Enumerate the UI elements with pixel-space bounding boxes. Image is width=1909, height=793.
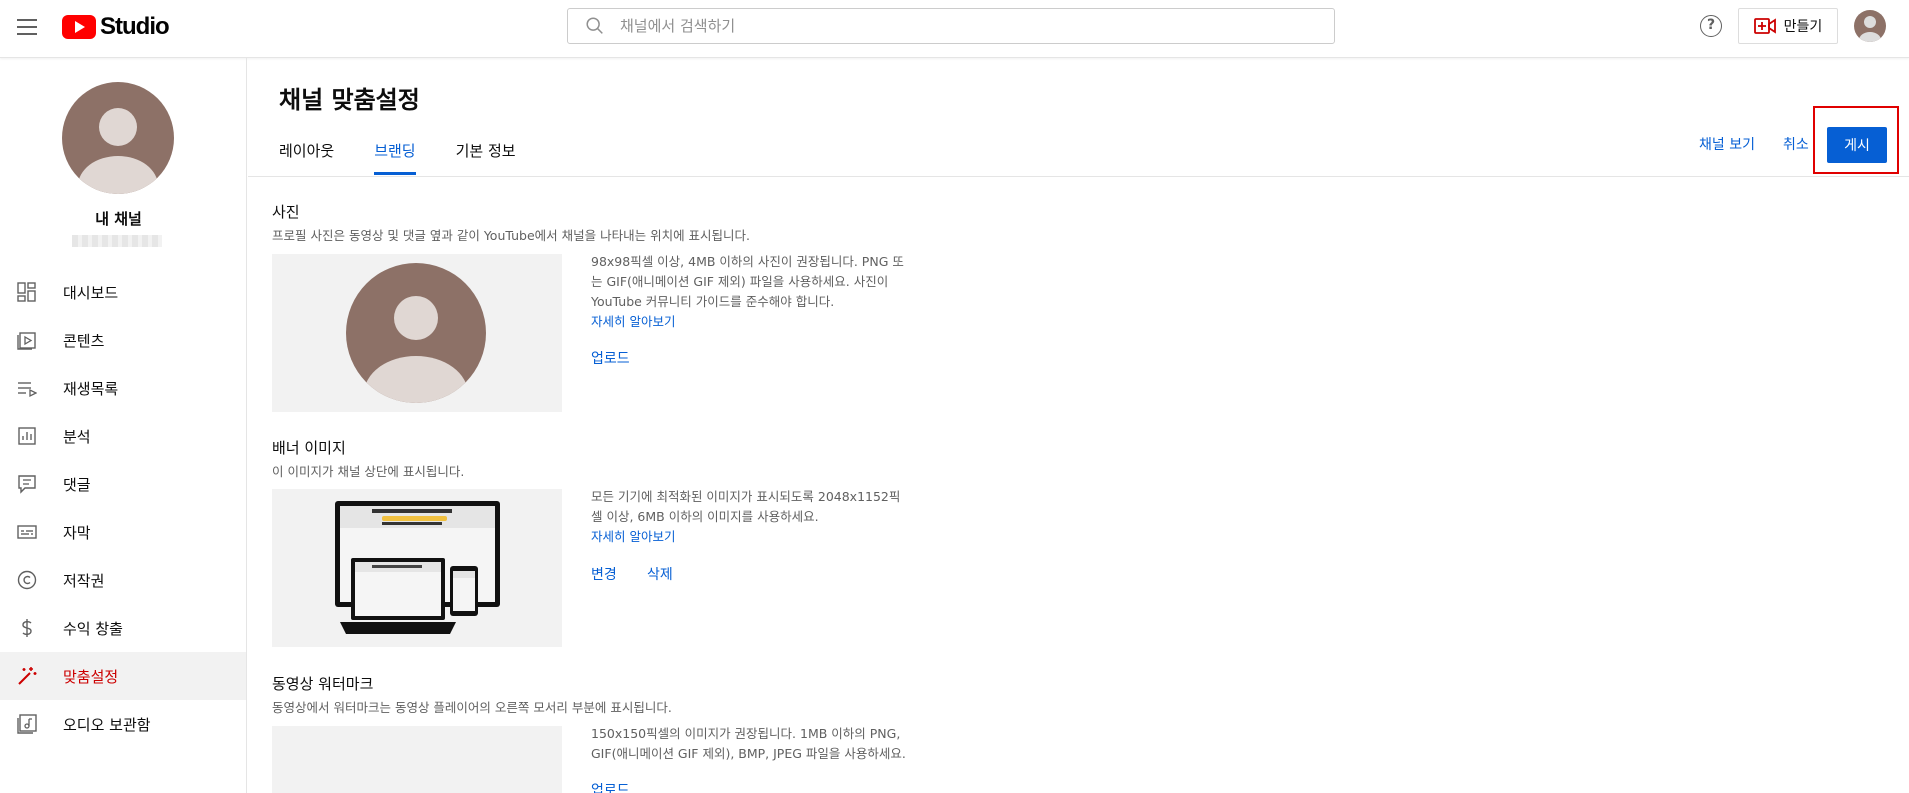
sidebar-nav: 대시보드 콘텐츠 재생목록 분석 댓글 자막 저작권 수익 창출 맞춤설정 오디… <box>0 268 246 748</box>
subtitles-icon <box>16 521 38 543</box>
photo-info: 98x98픽셀 이상, 4MB 이하의 사진이 권장됩니다. PNG 또 는 G… <box>591 252 931 332</box>
sidebar-item-subtitles[interactable]: 자막 <box>0 508 246 556</box>
logo-text: Studio <box>100 13 170 40</box>
sidebar-item-label: 대시보드 <box>63 283 119 302</box>
sidebar-item-label: 재생목록 <box>63 379 119 398</box>
channel-handle-redacted <box>72 235 162 247</box>
analytics-icon <box>16 425 38 447</box>
tabs-divider <box>248 176 1909 177</box>
sidebar-item-label: 오디오 보관함 <box>63 715 151 734</box>
watermark-section-title: 동영상 워터마크 <box>272 675 374 693</box>
banner-info-line: 셀 이상, 6MB 이하의 이미지를 사용하세요. <box>591 509 819 524</box>
sidebar-item-label: 분석 <box>63 427 91 446</box>
copyright-icon <box>16 569 38 591</box>
user-icon <box>1859 16 1881 42</box>
sidebar-item-comments[interactable]: 댓글 <box>0 460 246 508</box>
watermark-preview <box>272 726 562 793</box>
sidebar-item-copyright[interactable]: 저작권 <box>0 556 246 604</box>
tab-basic-info[interactable]: 기본 정보 <box>456 140 516 175</box>
sidebar: 내 채널 대시보드 콘텐츠 재생목록 분석 댓글 자막 저작권 수익 창출 맞춤… <box>0 58 247 793</box>
photo-info-line: YouTube 커뮤니티 가이드를 준수해야 합니다. <box>591 294 835 309</box>
sidebar-item-customization[interactable]: 맞춤설정 <box>0 652 246 700</box>
search-input[interactable] <box>620 17 1300 35</box>
create-label: 만들기 <box>1783 19 1823 35</box>
banner-section-desc: 이 이미지가 채널 상단에 표시됩니다. <box>272 464 465 479</box>
youtube-studio-logo[interactable]: Studio <box>62 13 170 40</box>
hamburger-menu-icon[interactable] <box>14 14 40 40</box>
comments-icon <box>16 473 38 495</box>
device-mockup-image <box>335 501 500 634</box>
top-bar: Studio ? 만들기 <box>0 0 1909 58</box>
sidebar-item-monetization[interactable]: 수익 창출 <box>0 604 246 652</box>
dashboard-icon <box>16 281 38 303</box>
view-channel-link[interactable]: 채널 보기 <box>1699 134 1755 154</box>
create-button[interactable]: 만들기 <box>1738 8 1838 44</box>
photo-section-desc: 프로필 사진은 동영상 및 댓글 옆과 같이 YouTube에서 채널을 나타내… <box>272 228 751 243</box>
watermark-section-desc: 동영상에서 워터마크는 동영상 플레이어의 오른쪽 모서리 부분에 표시됩니다. <box>272 700 672 715</box>
sidebar-item-label: 맞춤설정 <box>63 667 119 686</box>
page-title: 채널 맞춤설정 <box>279 86 420 114</box>
channel-avatar[interactable] <box>62 82 174 194</box>
search-bar[interactable] <box>567 8 1335 44</box>
magic-wand-icon <box>16 665 38 687</box>
sidebar-item-label: 저작권 <box>63 571 105 590</box>
watermark-upload-button[interactable]: 업로드 <box>591 780 630 793</box>
sidebar-item-label: 자막 <box>63 523 91 542</box>
user-icon <box>78 108 158 194</box>
banner-delete-button[interactable]: 삭제 <box>647 564 673 584</box>
banner-image-preview <box>272 489 562 647</box>
watermark-info-line: 150x150픽셀의 이미지가 권장됩니다. 1MB 이하의 PNG, <box>591 726 901 741</box>
photo-info-line: 는 GIF(애니메이션 GIF 제외) 파일을 사용하세요. 사진이 <box>591 274 889 289</box>
create-video-icon <box>1753 18 1776 34</box>
sidebar-item-label: 수익 창출 <box>63 619 123 638</box>
youtube-play-icon <box>62 15 96 39</box>
playlist-icon <box>16 377 38 399</box>
sidebar-item-playlists[interactable]: 재생목록 <box>0 364 246 412</box>
tab-layout[interactable]: 레이아웃 <box>279 140 334 175</box>
account-avatar[interactable] <box>1854 10 1886 42</box>
photo-info-line: 98x98픽셀 이상, 4MB 이하의 사진이 권장됩니다. PNG 또 <box>591 254 904 269</box>
help-icon[interactable]: ? <box>1700 15 1722 37</box>
watermark-info: 150x150픽셀의 이미지가 권장됩니다. 1MB 이하의 PNG, GIF(… <box>591 724 931 764</box>
banner-info-line: 모든 기기에 최적화된 이미지가 표시되도록 2048x1152픽 <box>591 489 901 504</box>
dollar-icon <box>16 617 38 639</box>
banner-section-title: 배너 이미지 <box>272 439 346 457</box>
audio-library-icon <box>16 713 38 735</box>
tab-branding[interactable]: 브랜딩 <box>374 140 416 175</box>
banner-learn-more-link[interactable]: 자세히 알아보기 <box>591 527 931 547</box>
photo-section-title: 사진 <box>272 203 300 221</box>
cancel-button[interactable]: 취소 <box>1783 134 1809 154</box>
sidebar-item-label: 콘텐츠 <box>63 331 105 350</box>
profile-photo-preview <box>272 254 562 412</box>
search-icon <box>586 17 603 34</box>
profile-avatar-image <box>346 263 486 403</box>
content-icon <box>16 329 38 351</box>
photo-learn-more-link[interactable]: 자세히 알아보기 <box>591 312 931 332</box>
sidebar-item-dashboard[interactable]: 대시보드 <box>0 268 246 316</box>
channel-name: 내 채널 <box>95 210 142 228</box>
watermark-info-line: GIF(애니메이션 GIF 제외), BMP, JPEG 파일을 사용하세요. <box>591 746 906 761</box>
sidebar-item-content[interactable]: 콘텐츠 <box>0 316 246 364</box>
banner-info: 모든 기기에 최적화된 이미지가 표시되도록 2048x1152픽 셀 이상, … <box>591 487 931 547</box>
highlight-annotation-box <box>1813 106 1899 174</box>
sidebar-item-label: 댓글 <box>63 475 91 494</box>
sidebar-item-analytics[interactable]: 분석 <box>0 412 246 460</box>
sidebar-item-audio-library[interactable]: 오디오 보관함 <box>0 700 246 748</box>
tab-bar: 레이아웃 브랜딩 기본 정보 <box>279 140 556 175</box>
banner-change-button[interactable]: 변경 <box>591 564 617 584</box>
photo-upload-button[interactable]: 업로드 <box>591 348 630 368</box>
